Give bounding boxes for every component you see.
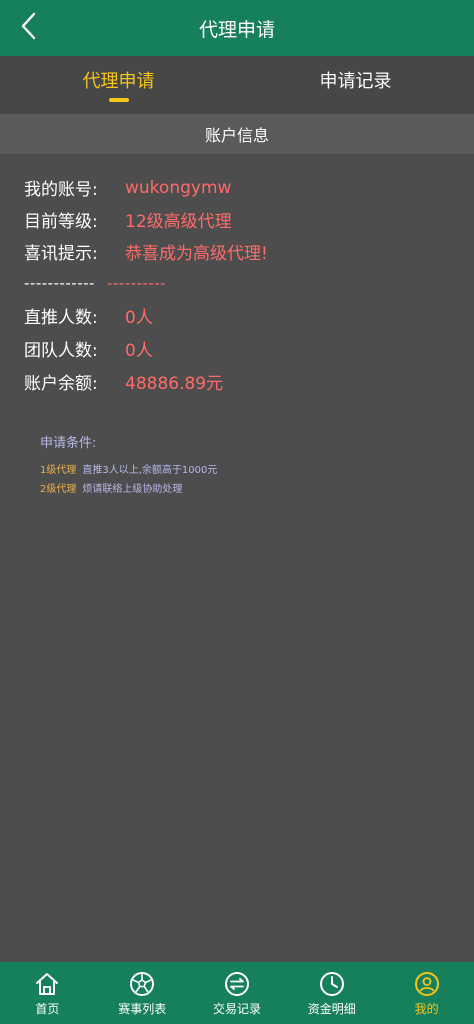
- info-row-account: 我的账号: wukongymw: [24, 175, 232, 201]
- tab-label: 代理申请: [82, 71, 155, 92]
- info-row-team: 团队人数: 0人: [24, 336, 153, 361]
- nav-label: 我的: [414, 1002, 439, 1016]
- balance-label: 账户余额:: [24, 374, 98, 394]
- nav-label: 资金明细: [307, 1002, 356, 1016]
- home-icon: [34, 971, 60, 997]
- team-count-label: 团队人数:: [24, 341, 98, 361]
- nav-item-home[interactable]: 首页: [0, 962, 95, 1024]
- back-button[interactable]: [8, 8, 48, 48]
- divider-left: ------------: [24, 274, 95, 292]
- tab-bar: 代理申请 申请记录: [0, 56, 474, 114]
- conditions-title: 申请条件:: [40, 436, 97, 451]
- clock-icon: [319, 971, 345, 997]
- nav-item-mine[interactable]: 我的: [379, 962, 474, 1024]
- soccer-ball-icon: [129, 971, 155, 997]
- top-bar: 代理申请: [0, 0, 474, 56]
- nav-item-funds[interactable]: 资金明细: [284, 962, 379, 1024]
- direct-count-label: 直推人数:: [24, 308, 98, 328]
- info-row-level: 目前等级: 12级高级代理: [24, 207, 232, 232]
- page-title: 代理申请: [198, 18, 275, 41]
- tab-apply-records[interactable]: 申请记录: [237, 56, 474, 114]
- condition-item: 2级代理 烦请联络上级协助处理: [40, 480, 182, 495]
- info-row-direct: 直推人数: 0人: [24, 303, 153, 328]
- level-label: 目前等级:: [24, 212, 98, 232]
- info-row-notice: 喜讯提示: 恭喜成为高级代理!: [24, 239, 268, 264]
- condition-level: 2级代理: [40, 484, 77, 495]
- exchange-icon: [224, 971, 250, 997]
- account-value: wukongymw: [125, 177, 232, 198]
- condition-item: 1级代理 直推3人以上,余额高于1000元: [40, 461, 217, 476]
- nav-label: 首页: [35, 1002, 60, 1016]
- condition-desc: 烦请联络上级协助处理: [82, 484, 183, 495]
- nav-label: 交易记录: [212, 1002, 261, 1016]
- condition-level: 1级代理: [40, 465, 77, 476]
- user-icon: [414, 971, 440, 997]
- bottom-nav: 首页 赛事列表 交易记录 资金明细 我的: [0, 962, 474, 1024]
- condition-desc: 直推3人以上,余额高于1000元: [82, 465, 218, 476]
- info-row-balance: 账户余额: 48886.89元: [24, 369, 223, 394]
- direct-count-value: 0人: [125, 308, 153, 328]
- tab-label: 申请记录: [319, 71, 392, 92]
- section-title: 账户信息: [204, 126, 269, 145]
- dashed-divider: ------------ ----------: [24, 274, 166, 292]
- tab-agent-apply[interactable]: 代理申请: [0, 56, 237, 114]
- nav-item-events[interactable]: 赛事列表: [95, 962, 190, 1024]
- notice-value: 恭喜成为高级代理!: [125, 244, 268, 264]
- section-header: 账户信息: [0, 114, 474, 154]
- nav-label: 赛事列表: [118, 1002, 167, 1016]
- balance-value: 48886.89元: [125, 374, 224, 394]
- nav-item-transactions[interactable]: 交易记录: [190, 962, 285, 1024]
- level-value: 12级高级代理: [125, 212, 232, 232]
- account-label: 我的账号:: [24, 180, 98, 200]
- chevron-left-icon: [19, 11, 37, 45]
- notice-label: 喜讯提示:: [24, 244, 98, 264]
- divider-right: ----------: [106, 274, 167, 292]
- tab-active-indicator: [108, 98, 129, 102]
- team-count-value: 0人: [125, 341, 153, 361]
